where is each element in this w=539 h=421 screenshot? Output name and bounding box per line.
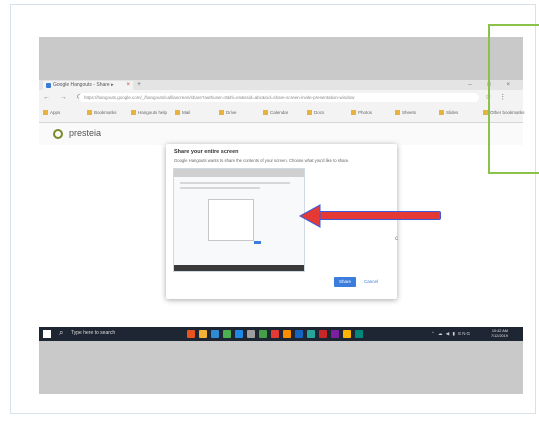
arrow-shape [298, 204, 441, 228]
arrow-shaft [314, 212, 440, 219]
arrow-head [298, 204, 321, 228]
annotation-red-arrow [298, 204, 441, 228]
